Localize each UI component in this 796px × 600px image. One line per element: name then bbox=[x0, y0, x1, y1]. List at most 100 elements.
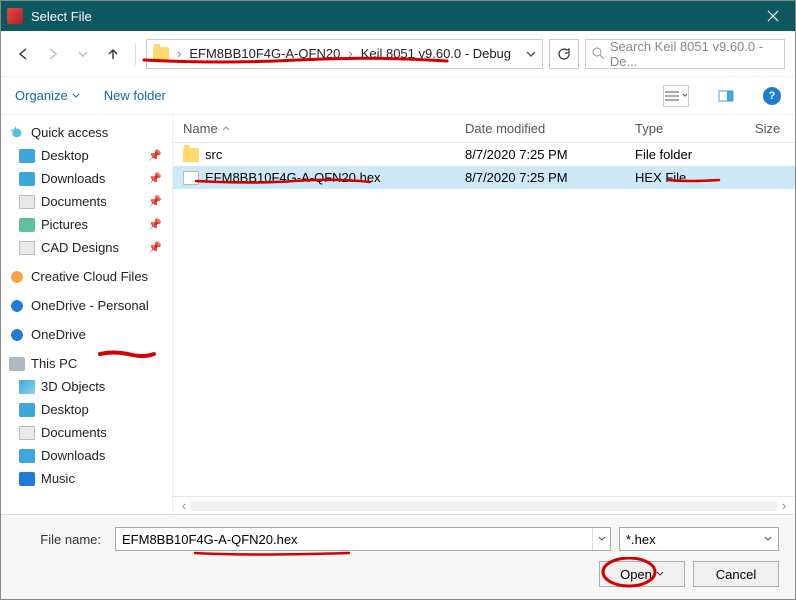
folder-icon bbox=[19, 241, 35, 255]
file-date: 8/7/2020 7:25 PM bbox=[465, 170, 635, 185]
pc-icon bbox=[9, 357, 25, 371]
new-folder-button[interactable]: New folder bbox=[104, 88, 166, 103]
filename-label: File name: bbox=[17, 532, 107, 547]
list-icon bbox=[664, 90, 680, 102]
pictures-icon bbox=[19, 218, 35, 232]
sidebar-item-documents[interactable]: Documents📌 bbox=[1, 190, 172, 213]
onedrive-icon bbox=[9, 328, 25, 342]
sidebar-quick-access[interactable]: Quick access bbox=[1, 121, 172, 144]
file-name: src bbox=[205, 147, 222, 162]
sidebar-item-pictures[interactable]: Pictures📌 bbox=[1, 213, 172, 236]
close-button[interactable] bbox=[751, 1, 795, 31]
sidebar-item-documents2[interactable]: Documents bbox=[1, 421, 172, 444]
crumb-sep: › bbox=[175, 46, 183, 61]
sidebar-item-music[interactable]: Music bbox=[1, 467, 172, 490]
recent-dropdown[interactable] bbox=[71, 42, 95, 66]
file-dialog: Select File › EFM8BB10F4G-A-QFN20 › Keil… bbox=[0, 0, 796, 600]
scroll-left[interactable]: ‹ bbox=[177, 498, 191, 513]
pin-icon: 📌 bbox=[148, 195, 162, 208]
chevron-down-icon bbox=[526, 49, 536, 59]
folder-icon bbox=[153, 47, 169, 61]
arrow-right-icon bbox=[46, 47, 60, 61]
pin-icon: 📌 bbox=[148, 241, 162, 254]
col-size[interactable]: Size bbox=[755, 121, 785, 136]
search-icon bbox=[592, 47, 604, 60]
cancel-button[interactable]: Cancel bbox=[693, 561, 779, 587]
file-area: Name Date modified Type Size src 8/7/2020… bbox=[173, 115, 795, 514]
arrow-left-icon bbox=[16, 47, 30, 61]
refresh-icon bbox=[557, 47, 571, 61]
file-type: HEX File bbox=[635, 170, 755, 185]
separator bbox=[135, 43, 136, 65]
preview-pane-button[interactable] bbox=[713, 85, 739, 107]
organize-menu[interactable]: Organize bbox=[15, 88, 80, 103]
folder-icon bbox=[183, 148, 199, 162]
sidebar-onedrive-personal[interactable]: OneDrive - Personal bbox=[1, 294, 172, 317]
col-name[interactable]: Name bbox=[183, 121, 465, 136]
pin-icon: 📌 bbox=[148, 149, 162, 162]
desktop-icon bbox=[19, 403, 35, 417]
sidebar-this-pc[interactable]: This PC bbox=[1, 352, 172, 375]
crumb-sep: › bbox=[346, 46, 354, 61]
filename-input[interactable] bbox=[116, 532, 592, 547]
sidebar-onedrive[interactable]: OneDrive bbox=[1, 323, 172, 346]
back-button[interactable] bbox=[11, 42, 35, 66]
scroll-track[interactable] bbox=[191, 501, 777, 511]
file-icon bbox=[183, 171, 199, 185]
toolbar: Organize New folder ? bbox=[1, 77, 795, 115]
documents-icon bbox=[19, 195, 35, 209]
refresh-button[interactable] bbox=[549, 39, 579, 69]
file-type: File folder bbox=[635, 147, 755, 162]
arrow-up-icon bbox=[106, 47, 120, 61]
downloads-icon bbox=[19, 449, 35, 463]
filter-value: *.hex bbox=[626, 532, 656, 547]
app-icon bbox=[7, 8, 23, 24]
search-input[interactable]: Search Keil 8051 v9.60.0 - De... bbox=[585, 39, 785, 69]
up-button[interactable] bbox=[101, 42, 125, 66]
col-date[interactable]: Date modified bbox=[465, 121, 635, 136]
pane-icon bbox=[718, 90, 734, 102]
address-bar[interactable]: › EFM8BB10F4G-A-QFN20 › Keil 8051 v9.60.… bbox=[146, 39, 543, 69]
desktop-icon bbox=[19, 149, 35, 163]
table-row[interactable]: EFM8BB10F4G-A-QFN20.hex8/7/2020 7:25 PMH… bbox=[173, 166, 795, 189]
sidebar-creative-cloud[interactable]: Creative Cloud Files bbox=[1, 265, 172, 288]
file-date: 8/7/2020 7:25 PM bbox=[465, 147, 635, 162]
window-title: Select File bbox=[31, 9, 751, 24]
sidebar-item-3d[interactable]: 3D Objects bbox=[1, 375, 172, 398]
table-row[interactable]: src 8/7/2020 7:25 PMFile folder bbox=[173, 143, 795, 166]
address-dropdown[interactable] bbox=[526, 49, 536, 59]
open-button[interactable]: Open bbox=[599, 561, 685, 587]
column-headers: Name Date modified Type Size bbox=[173, 115, 795, 143]
sidebar-item-downloads2[interactable]: Downloads bbox=[1, 444, 172, 467]
music-icon bbox=[19, 472, 35, 486]
view-mode-button[interactable] bbox=[663, 85, 689, 107]
sidebar-item-desktop[interactable]: Desktop📌 bbox=[1, 144, 172, 167]
star-icon bbox=[9, 126, 25, 140]
scroll-right[interactable]: › bbox=[777, 498, 791, 513]
col-type[interactable]: Type bbox=[635, 121, 755, 136]
forward-button[interactable] bbox=[41, 42, 65, 66]
sidebar-item-cad[interactable]: CAD Designs📌 bbox=[1, 236, 172, 259]
search-placeholder: Search Keil 8051 v9.60.0 - De... bbox=[610, 39, 778, 69]
file-rows: src 8/7/2020 7:25 PMFile folder EFM8BB10F4… bbox=[173, 143, 795, 496]
titlebar: Select File bbox=[1, 1, 795, 31]
onedrive-icon bbox=[9, 299, 25, 313]
chevron-down-icon bbox=[682, 93, 688, 99]
sort-icon bbox=[222, 125, 230, 133]
filename-dropdown[interactable] bbox=[592, 528, 610, 550]
filter-select[interactable]: *.hex bbox=[619, 527, 779, 551]
documents-icon bbox=[19, 426, 35, 440]
sidebar-item-desktop2[interactable]: Desktop bbox=[1, 398, 172, 421]
close-icon bbox=[767, 10, 779, 22]
chevron-down-icon bbox=[72, 92, 80, 100]
body: Quick access Desktop📌 Downloads📌 Documen… bbox=[1, 115, 795, 514]
chevron-down-icon bbox=[764, 535, 772, 543]
sidebar: Quick access Desktop📌 Downloads📌 Documen… bbox=[1, 115, 173, 514]
sidebar-item-downloads[interactable]: Downloads📌 bbox=[1, 167, 172, 190]
filename-field[interactable] bbox=[115, 527, 611, 551]
help-button[interactable]: ? bbox=[763, 87, 781, 105]
breadcrumb-item[interactable]: Keil 8051 v9.60.0 - Debug bbox=[361, 46, 511, 61]
breadcrumb-item[interactable]: EFM8BB10F4G-A-QFN20 bbox=[189, 46, 340, 61]
nav-row: › EFM8BB10F4G-A-QFN20 › Keil 8051 v9.60.… bbox=[1, 31, 795, 77]
h-scrollbar[interactable]: ‹ › bbox=[173, 496, 795, 514]
